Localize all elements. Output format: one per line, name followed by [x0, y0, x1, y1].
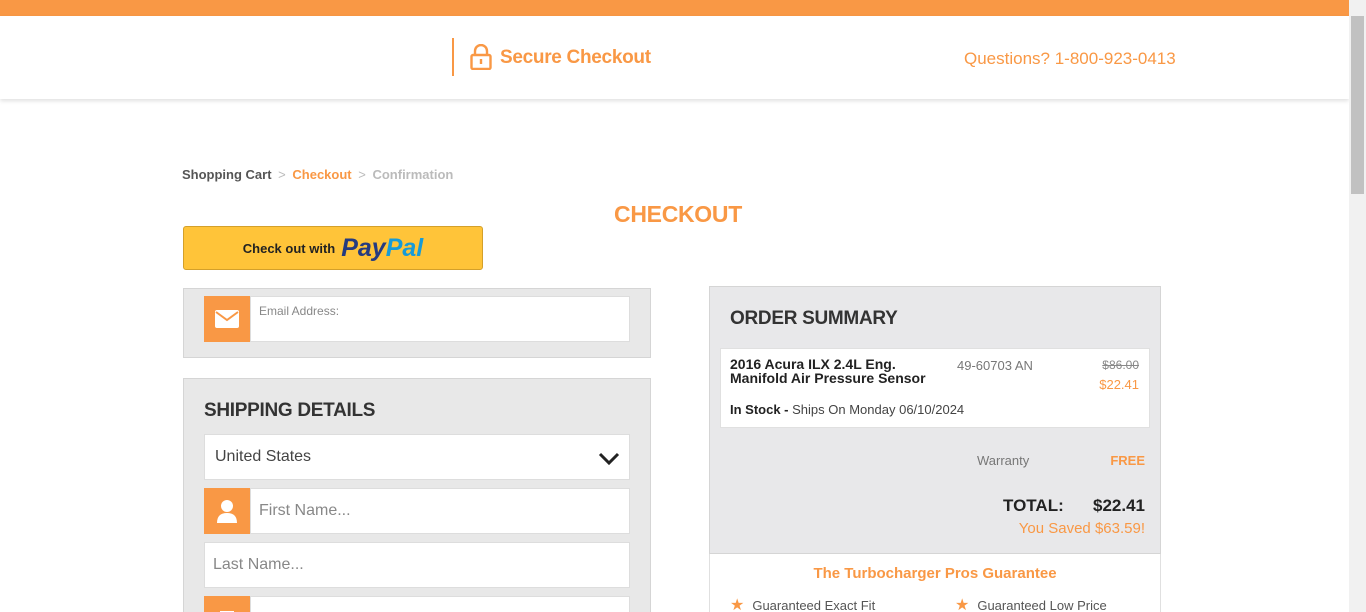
order-summary-title: ORDER SUMMARY: [730, 308, 898, 329]
order-summary-panel: ORDER SUMMARY 2016 Acura ILX 2.4L Eng. M…: [709, 286, 1161, 554]
total-value: $22.41: [1093, 496, 1145, 515]
breadcrumb-separator: >: [358, 167, 366, 182]
user-icon: [204, 488, 250, 534]
guarantee-box: The Turbocharger Pros Guarantee ★ Guarant…: [709, 554, 1161, 612]
email-label: Email Address:: [259, 304, 340, 318]
order-item: 2016 Acura ILX 2.4L Eng. Manifold Air Pr…: [720, 348, 1150, 428]
total-label: TOTAL:: [1003, 496, 1064, 515]
guarantee-item: ★ Guaranteed Low Price: [955, 597, 1107, 612]
item-name: 2016 Acura ILX 2.4L Eng. Manifold Air Pr…: [730, 356, 926, 386]
address-field[interactable]: [250, 596, 630, 612]
email-panel: Email Address:: [183, 288, 651, 358]
envelope-icon: [204, 296, 250, 342]
item-stock-status: In Stock - Ships On Monday 06/10/2024: [730, 402, 965, 417]
shipping-details-title: SHIPPING DETAILS: [204, 400, 376, 421]
site-header: Secure Checkout Questions? 1-800-923-041…: [0, 16, 1349, 99]
paypal-logo: PayPal: [341, 233, 424, 262]
breadcrumb-confirmation: Confirmation: [372, 167, 454, 182]
star-icon: ★: [730, 597, 745, 612]
guarantee-title: The Turbocharger Pros Guarantee: [813, 565, 1057, 582]
top-accent-bar: [0, 0, 1349, 16]
warranty-label: Warranty: [977, 453, 1030, 468]
chevron-down-icon: [598, 452, 620, 466]
savings-text: You Saved $63.59!: [1018, 520, 1145, 537]
last-name-input[interactable]: [205, 543, 629, 587]
breadcrumb: Shopping Cart > Checkout > Confirmation: [182, 167, 456, 182]
paypal-button-label: Check out with: [242, 240, 336, 256]
address-input[interactable]: [251, 597, 629, 612]
country-select[interactable]: United States: [204, 434, 630, 480]
breadcrumb-shopping-cart[interactable]: Shopping Cart: [182, 167, 272, 182]
secure-checkout-label: Secure Checkout: [500, 47, 651, 68]
guarantee-item: ★ Guaranteed Exact Fit: [730, 597, 876, 612]
support-phone-link[interactable]: Questions? 1-800-923-0413: [964, 49, 1176, 69]
first-name-field[interactable]: [250, 488, 630, 534]
first-name-input[interactable]: [251, 489, 629, 533]
email-field[interactable]: Email Address:: [250, 296, 630, 342]
header-divider: [452, 38, 454, 76]
scrollbar-thumb[interactable]: [1351, 16, 1364, 194]
item-sku: 49-60703 AN: [957, 358, 1033, 373]
item-original-price: $86.00: [1102, 358, 1139, 372]
building-icon: [204, 596, 250, 612]
breadcrumb-checkout: Checkout: [292, 167, 352, 182]
paypal-checkout-button[interactable]: Check out with PayPal: [183, 226, 483, 270]
star-icon: ★: [955, 597, 970, 612]
lock-icon: [470, 44, 492, 70]
page-title: CHECKOUT: [614, 201, 742, 227]
breadcrumb-separator: >: [278, 167, 286, 182]
shipping-panel: SHIPPING DETAILS United States: [183, 378, 651, 612]
country-value: United States: [215, 448, 312, 465]
page-scrollbar[interactable]: [1349, 0, 1366, 612]
warranty-value: FREE: [1110, 453, 1145, 468]
last-name-field[interactable]: [204, 542, 630, 588]
item-sale-price: $22.41: [1099, 377, 1139, 392]
